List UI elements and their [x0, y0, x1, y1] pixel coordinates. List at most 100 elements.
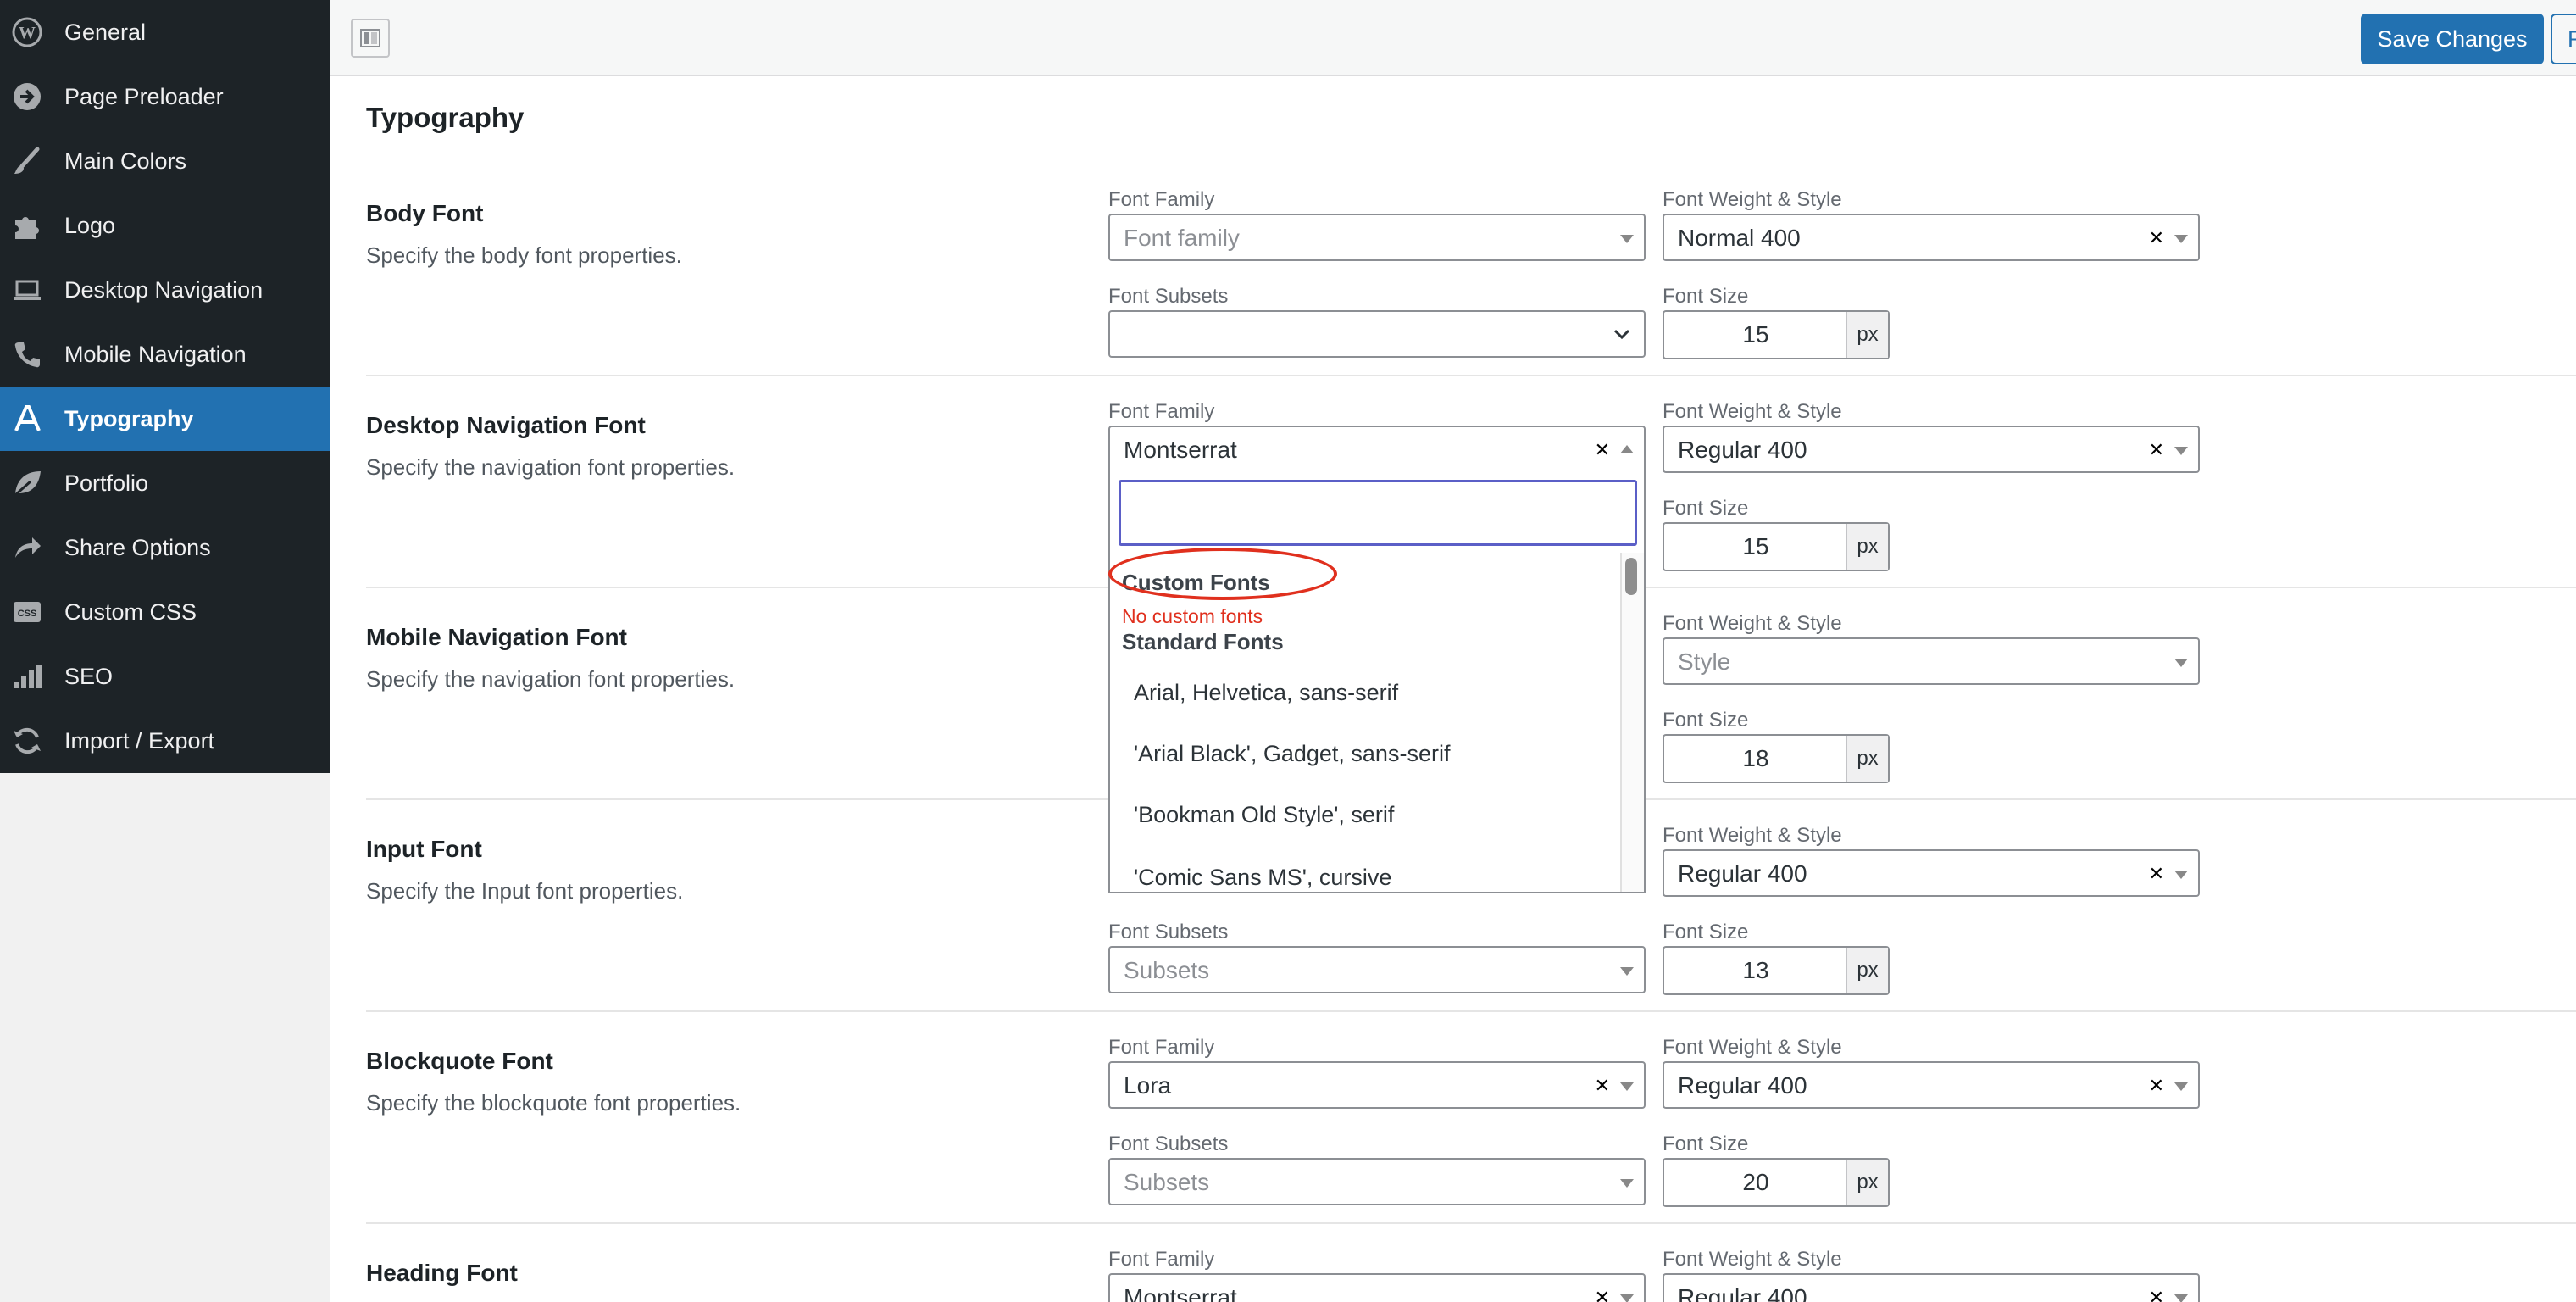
sidebar-item-mobile-navigation[interactable]: Mobile Navigation — [0, 322, 330, 387]
dropdown-option[interactable]: 'Bookman Old Style', serif — [1134, 802, 1394, 828]
sidebar-item-label: SEO — [64, 664, 114, 689]
section-description: Specify the navigation font properties. — [366, 666, 736, 692]
field-label: Font Subsets — [1108, 921, 1229, 943]
desktop-nav-font-weight-select[interactable]: Regular 400 ✕ — [1663, 426, 2200, 473]
body-font-subsets-select[interactable] — [1108, 310, 1646, 358]
reset-button[interactable]: R — [2551, 14, 2576, 64]
triangle-down-icon — [2174, 235, 2188, 243]
scrollbar-thumb[interactable] — [1625, 558, 1637, 595]
body-font-weight-select[interactable]: Normal 400 ✕ — [1663, 214, 2200, 261]
unit-label: px — [1846, 524, 1888, 570]
select-value: Lora — [1124, 1072, 1172, 1099]
sidebar-toggle-button[interactable] — [351, 19, 390, 58]
input-font-subsets-select[interactable]: Subsets — [1108, 946, 1646, 993]
input-font-weight-select[interactable]: Regular 400 ✕ — [1663, 849, 2200, 897]
field-label: Font Size — [1663, 1132, 1749, 1155]
mobile-nav-font-size-input[interactable]: 18 px — [1663, 734, 1890, 783]
select-value: Regular 400 — [1678, 437, 1807, 463]
sidebar-item-import-export[interactable]: Import / Export — [0, 709, 330, 773]
sidebar-item-custom-css[interactable]: CSS Custom CSS — [0, 580, 330, 644]
sidebar-item-logo[interactable]: Logo — [0, 193, 330, 258]
mobile-nav-font-weight-select[interactable]: Style — [1663, 637, 2200, 685]
desktop-nav-font-size-input[interactable]: 15 px — [1663, 522, 1890, 571]
section-title: Desktop Navigation Font — [366, 412, 646, 438]
sidebar-item-label: Page Preloader — [64, 84, 224, 109]
options-toolbar: Save Changes R — [330, 0, 2576, 76]
field-label: Font Size — [1663, 285, 1749, 308]
size-value: 15 — [1742, 533, 1769, 559]
clear-icon[interactable]: ✕ — [2149, 851, 2164, 897]
section-title: Mobile Navigation Font — [366, 624, 627, 650]
field-label: Font Subsets — [1108, 285, 1229, 308]
triangle-down-icon — [2174, 447, 2188, 455]
wordpress-icon: W — [10, 17, 44, 47]
field-label: Font Weight & Style — [1663, 612, 1842, 635]
laptop-icon — [10, 275, 44, 305]
dropdown-option[interactable]: 'Arial Black', Gadget, sans-serif — [1134, 741, 1450, 767]
sidebar-item-share-options[interactable]: Share Options — [0, 515, 330, 580]
chart-bars-icon — [10, 661, 44, 692]
triangle-down-icon — [2174, 1082, 2188, 1091]
clear-icon[interactable]: ✕ — [1595, 1275, 1610, 1302]
dropdown-option[interactable]: 'Comic Sans MS', cursive — [1134, 865, 1391, 891]
size-value: 18 — [1742, 745, 1769, 771]
chevron-down-icon — [1613, 329, 1630, 340]
unit-label: px — [1846, 312, 1888, 358]
sidebar-item-desktop-navigation[interactable]: Desktop Navigation — [0, 258, 330, 322]
sidebar-item-general[interactable]: W General — [0, 0, 330, 64]
size-value: 15 — [1742, 321, 1769, 348]
clear-icon[interactable]: ✕ — [2149, 427, 2164, 473]
blockquote-font-weight-select[interactable]: Regular 400 ✕ — [1663, 1061, 2200, 1109]
select-value: Regular 400 — [1678, 1072, 1807, 1099]
sidebar-item-typography[interactable]: Typography — [0, 387, 330, 451]
triangle-down-icon — [1620, 235, 1634, 243]
dropdown-option[interactable]: Arial, Helvetica, sans-serif — [1134, 680, 1398, 706]
unit-label: px — [1846, 1160, 1888, 1205]
select-value: Normal 400 — [1678, 225, 1801, 251]
field-label: Font Weight & Style — [1663, 824, 1842, 847]
section-title: Body Font — [366, 200, 484, 226]
sidebar-item-portfolio[interactable]: Portfolio — [0, 451, 330, 515]
field-label: Font Family — [1108, 1036, 1215, 1059]
clear-icon[interactable]: ✕ — [2149, 215, 2164, 261]
dropdown-search-input[interactable] — [1119, 480, 1637, 546]
sidebar-item-label: Main Colors — [64, 148, 187, 174]
sidebar-item-main-colors[interactable]: Main Colors — [0, 129, 330, 193]
page-title: Typography — [366, 102, 525, 133]
sidebar-item-label: Share Options — [64, 535, 211, 560]
heading-font-family-select[interactable]: Montserrat ✕ — [1108, 1273, 1646, 1302]
sidebar-item-page-preloader[interactable]: Page Preloader — [0, 64, 330, 129]
clear-icon[interactable]: ✕ — [1595, 1063, 1610, 1109]
sidebar-item-label: Portfolio — [64, 470, 149, 496]
blockquote-font-size-input[interactable]: 20 px — [1663, 1158, 1890, 1207]
clear-icon[interactable]: ✕ — [2149, 1063, 2164, 1109]
section-title: Blockquote Font — [366, 1048, 553, 1074]
body-font-size-input[interactable]: 15 px — [1663, 310, 1890, 359]
triangle-down-icon — [1620, 967, 1634, 976]
sidebar-item-seo[interactable]: SEO — [0, 644, 330, 709]
heading-font-weight-select[interactable]: Regular 400 ✕ — [1663, 1273, 2200, 1302]
triangle-down-icon — [2174, 1294, 2188, 1302]
input-font-size-input[interactable]: 13 px — [1663, 946, 1890, 995]
triangle-down-icon — [1620, 1294, 1634, 1302]
sidebar-item-label: Mobile Navigation — [64, 342, 247, 367]
field-label: Font Family — [1108, 188, 1215, 211]
desktop-nav-font-family-select[interactable]: Montserrat ✕ — [1108, 426, 1646, 473]
body-font-family-select[interactable]: Font family — [1108, 214, 1646, 261]
clear-icon[interactable]: ✕ — [1595, 427, 1610, 473]
sidebar-item-label: General — [64, 19, 147, 45]
blockquote-font-subsets-select[interactable]: Subsets — [1108, 1158, 1646, 1205]
select-value: Regular 400 — [1678, 1284, 1807, 1302]
sidebar-item-label: Logo — [64, 213, 116, 238]
unit-label: px — [1846, 736, 1888, 782]
select-value: Montserrat — [1124, 437, 1237, 463]
save-changes-button[interactable]: Save Changes — [2361, 14, 2544, 64]
triangle-down-icon — [2174, 871, 2188, 879]
blockquote-font-family-select[interactable]: Lora ✕ — [1108, 1061, 1646, 1109]
section-title: Input Font — [366, 836, 482, 862]
section-description: Specify the body font properties. — [366, 242, 682, 268]
dropdown-scrollbar[interactable] — [1620, 553, 1644, 892]
clear-icon[interactable]: ✕ — [2149, 1275, 2164, 1302]
section-description: Specify the navigation font properties. — [366, 454, 736, 480]
field-label: Font Family — [1108, 400, 1215, 423]
